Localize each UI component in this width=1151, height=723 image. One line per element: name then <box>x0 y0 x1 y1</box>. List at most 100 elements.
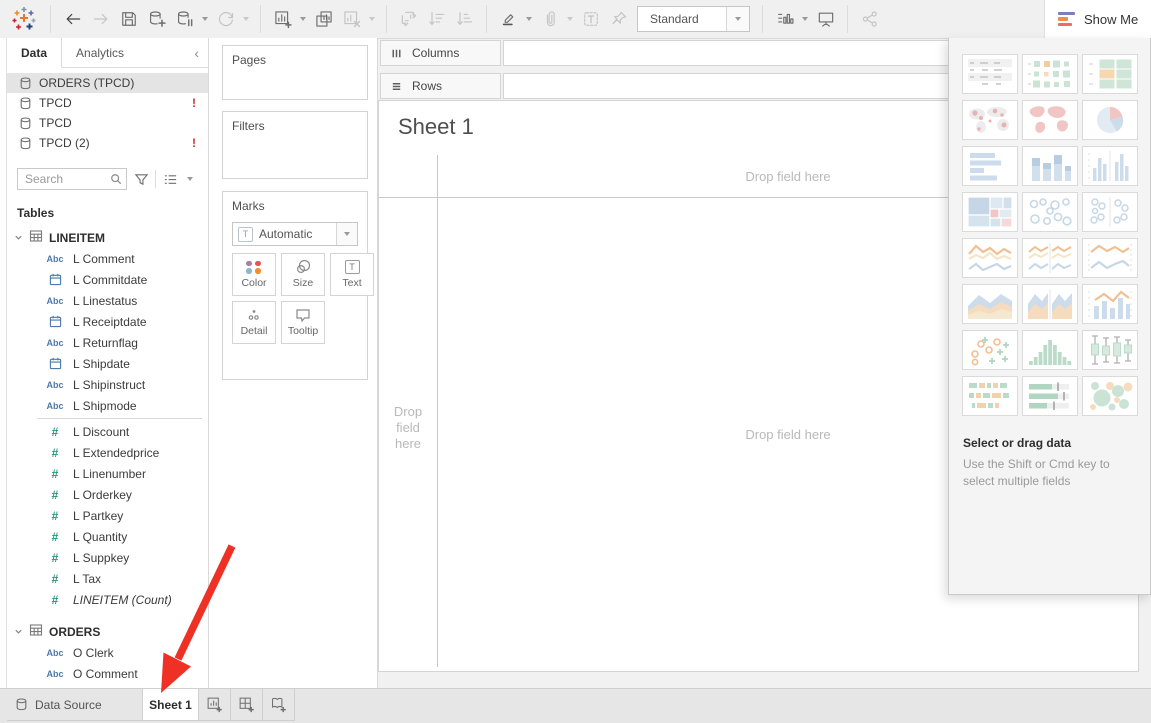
format-painter-button[interactable] <box>536 6 563 33</box>
field-item[interactable]: AbcL Shipmode <box>7 395 208 416</box>
fit-selector[interactable]: Standard <box>637 6 750 32</box>
swap-rows-columns-button[interactable] <box>395 6 422 33</box>
pause-auto-updates-dropdown[interactable] <box>202 17 208 21</box>
fit-selector-dropdown[interactable] <box>726 7 749 31</box>
chevron-down-icon[interactable] <box>14 623 23 641</box>
field-item[interactable]: #L Extendedprice <box>7 442 208 463</box>
data-source-item[interactable]: TPCD <box>7 113 208 133</box>
showme-dual-combination[interactable] <box>1082 284 1138 324</box>
field-item[interactable]: #L Tax <box>7 568 208 589</box>
showme-treemap[interactable] <box>962 192 1018 232</box>
pages-shelf[interactable]: Pages <box>222 45 368 100</box>
run-update-button[interactable] <box>212 6 239 33</box>
showme-dual-lines[interactable] <box>1082 238 1138 278</box>
field-item[interactable]: L Shipdate <box>7 353 208 374</box>
filters-shelf[interactable]: Filters <box>222 111 368 179</box>
showme-gantt[interactable] <box>962 376 1018 416</box>
filter-fields-icon[interactable] <box>132 170 150 188</box>
show-mark-labels-dropdown[interactable] <box>802 17 808 21</box>
showme-side-by-side-circles[interactable] <box>1082 192 1138 232</box>
showme-area-discrete[interactable] <box>1022 284 1078 324</box>
view-options-icon[interactable] <box>161 170 179 188</box>
chevron-down-icon[interactable] <box>14 229 23 247</box>
showme-highlight-table[interactable] <box>1082 54 1138 94</box>
clear-sheet-button[interactable] <box>338 6 365 33</box>
table-group-orders[interactable]: ORDERS <box>7 622 208 642</box>
highlight-dropdown[interactable] <box>526 17 532 21</box>
sort-ascending-button[interactable] <box>423 6 450 33</box>
field-item[interactable]: #L Quantity <box>7 526 208 547</box>
data-source-item[interactable]: TPCD ! <box>7 93 208 113</box>
showme-heatmap[interactable] <box>1022 54 1078 94</box>
tab-data[interactable]: Data <box>7 38 62 68</box>
run-update-dropdown[interactable] <box>243 17 249 21</box>
showme-histogram[interactable] <box>1022 330 1078 370</box>
showme-area-continuous[interactable] <box>962 284 1018 324</box>
sort-descending-button[interactable] <box>451 6 478 33</box>
mark-type-dropdown[interactable]: T Automatic <box>232 222 358 246</box>
redo-button[interactable] <box>87 6 114 33</box>
tableau-logo-icon[interactable] <box>9 4 39 34</box>
field-item[interactable]: #LINEITEM (Count) <box>7 589 208 610</box>
field-item[interactable]: #L Partkey <box>7 505 208 526</box>
data-source-item[interactable]: TPCD (2) ! <box>7 133 208 153</box>
presentation-mode-button[interactable] <box>812 6 839 33</box>
showme-text-table[interactable] <box>962 54 1018 94</box>
field-item[interactable]: #L Orderkey <box>7 484 208 505</box>
mark-type-caret[interactable] <box>336 223 357 245</box>
field-item[interactable]: L Commitdate <box>7 269 208 290</box>
highlight-button[interactable] <box>495 6 522 33</box>
tooltip-button[interactable]: Tooltip <box>281 301 325 344</box>
data-source-item[interactable]: ORDERS (TPCD) <box>7 73 208 93</box>
field-item[interactable]: #L Linenumber <box>7 463 208 484</box>
showme-lines-discrete[interactable] <box>1022 238 1078 278</box>
format-painter-dropdown[interactable] <box>567 17 573 21</box>
undo-button[interactable] <box>59 6 86 33</box>
showme-pie-chart[interactable] <box>1082 100 1138 140</box>
detail-button[interactable]: Detail <box>232 301 276 344</box>
field-item[interactable]: AbcO Comment <box>7 663 208 684</box>
showme-stacked-bars[interactable] <box>1022 146 1078 186</box>
collapse-pane-icon[interactable]: ‹ <box>185 38 208 67</box>
pause-auto-updates-button[interactable] <box>171 6 198 33</box>
field-item[interactable]: AbcL Linestatus <box>7 290 208 311</box>
text-label-button[interactable] <box>577 6 604 33</box>
duplicate-sheet-button[interactable] <box>310 6 337 33</box>
field-item[interactable]: AbcL Shipinstruct <box>7 374 208 395</box>
tab-sheet-1[interactable]: Sheet 1 <box>143 689 199 720</box>
field-item[interactable]: AbcO Clerk <box>7 642 208 663</box>
showme-side-by-side-bars[interactable] <box>1082 146 1138 186</box>
view-options-dropdown[interactable] <box>187 177 193 181</box>
new-worksheet-dropdown[interactable] <box>300 17 306 21</box>
new-worksheet-button[interactable] <box>269 6 296 33</box>
field-item[interactable]: AbcL Comment <box>7 248 208 269</box>
color-button[interactable]: Color <box>232 253 276 296</box>
new-worksheet-tab-button[interactable] <box>199 689 231 720</box>
text-button[interactable]: T Text <box>330 253 374 296</box>
show-me-button[interactable]: Show Me <box>1044 0 1151 38</box>
new-data-source-button[interactable] <box>143 6 170 33</box>
rows-drop-zone[interactable]: Drop field here <box>385 404 431 452</box>
show-mark-labels-button[interactable] <box>771 6 798 33</box>
showme-lines-continuous[interactable] <box>962 238 1018 278</box>
clear-sheet-dropdown[interactable] <box>369 17 375 21</box>
showme-horizontal-bars[interactable] <box>962 146 1018 186</box>
showme-filled-map[interactable] <box>1022 100 1078 140</box>
showme-packed-bubbles[interactable] <box>1082 376 1138 416</box>
showme-box-and-whisker[interactable] <box>1082 330 1138 370</box>
tab-data-source[interactable]: Data Source <box>7 689 143 720</box>
showme-bullet-graph[interactable] <box>1022 376 1078 416</box>
showme-symbol-map[interactable] <box>962 100 1018 140</box>
tab-analytics[interactable]: Analytics <box>62 38 138 67</box>
field-item[interactable]: #L Discount <box>7 421 208 442</box>
new-story-button[interactable] <box>263 689 295 720</box>
pin-button[interactable] <box>605 6 632 33</box>
field-item[interactable]: AbcL Returnflag <box>7 332 208 353</box>
field-item[interactable]: L Receiptdate <box>7 311 208 332</box>
size-button[interactable]: Size <box>281 253 325 296</box>
showme-scatter-plot[interactable] <box>962 330 1018 370</box>
share-workbook-button[interactable] <box>856 6 883 33</box>
showme-circle-views[interactable] <box>1022 192 1078 232</box>
save-button[interactable] <box>115 6 142 33</box>
sheet-title[interactable]: Sheet 1 <box>398 114 474 140</box>
